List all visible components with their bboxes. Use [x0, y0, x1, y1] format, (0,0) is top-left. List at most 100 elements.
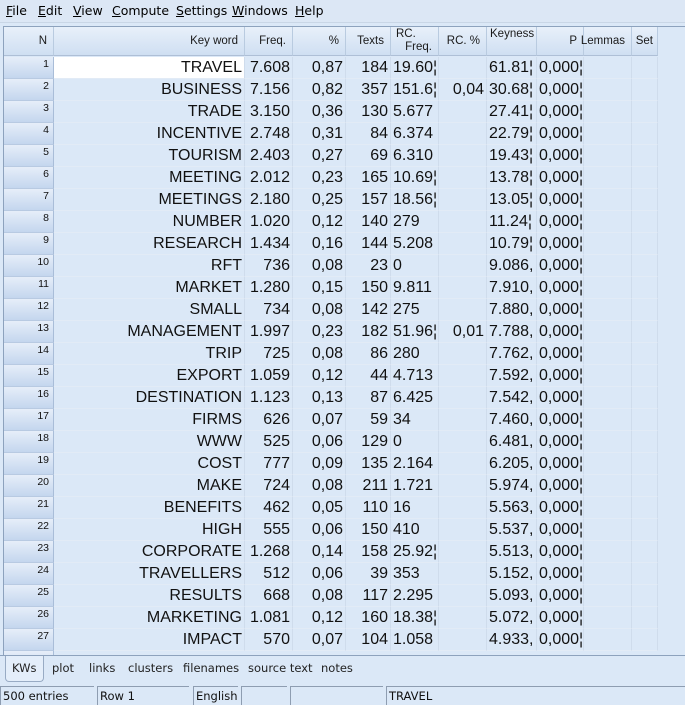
- texts-cell[interactable]: 39: [346, 563, 391, 585]
- menu-compute[interactable]: Compute: [112, 3, 169, 18]
- rc-percent-cell[interactable]: [439, 343, 487, 365]
- row-number[interactable]: 25: [4, 585, 54, 607]
- texts-cell[interactable]: 157: [346, 189, 391, 211]
- percent-cell[interactable]: 0,06: [293, 519, 346, 541]
- row-number[interactable]: 5: [4, 145, 54, 167]
- lemmas-cell[interactable]: [584, 475, 632, 497]
- percent-cell[interactable]: 0,23: [293, 167, 346, 189]
- menu-windows[interactable]: Windows: [232, 3, 288, 18]
- p-cell[interactable]: 0,000¦: [537, 453, 584, 475]
- freq-cell[interactable]: 1.280: [245, 277, 293, 299]
- menu-edit[interactable]: Edit: [38, 3, 62, 18]
- lemmas-cell[interactable]: [584, 343, 632, 365]
- freq-cell[interactable]: 736: [245, 255, 293, 277]
- freq-cell[interactable]: 725: [245, 343, 293, 365]
- percent-cell[interactable]: 0,82: [293, 79, 346, 101]
- keyword-cell[interactable]: MANAGEMENT: [54, 321, 245, 343]
- lemmas-cell[interactable]: [584, 497, 632, 519]
- keyword-cell[interactable]: RFT: [54, 255, 245, 277]
- keyword-cell[interactable]: MEETING: [54, 167, 245, 189]
- rc-freq-cell[interactable]: 25.92¦: [391, 541, 439, 563]
- percent-cell[interactable]: 0,13: [293, 387, 346, 409]
- p-cell[interactable]: 0,000¦: [537, 255, 584, 277]
- row-number[interactable]: 9: [4, 233, 54, 255]
- lemmas-cell[interactable]: [584, 79, 632, 101]
- p-cell[interactable]: 0,000¦: [537, 79, 584, 101]
- keyness-cell[interactable]: 10.79¦: [487, 233, 537, 255]
- keyness-cell[interactable]: 4.933,: [487, 629, 537, 651]
- set-cell[interactable]: [632, 387, 658, 409]
- p-cell[interactable]: 0,000¦: [537, 101, 584, 123]
- row-number[interactable]: 21: [4, 497, 54, 519]
- keyword-cell[interactable]: INCENTIVE: [54, 123, 245, 145]
- texts-cell[interactable]: 130: [346, 101, 391, 123]
- keyword-cell[interactable]: TOURISM: [54, 145, 245, 167]
- set-cell[interactable]: [632, 475, 658, 497]
- freq-cell[interactable]: 1.081: [245, 607, 293, 629]
- lemmas-cell[interactable]: [584, 387, 632, 409]
- row-number[interactable]: 26: [4, 607, 54, 629]
- keyword-cell[interactable]: MARKETING: [54, 607, 245, 629]
- keyword-cell[interactable]: MEETINGS: [54, 189, 245, 211]
- column-header-set[interactable]: Set: [632, 27, 658, 56]
- p-cell[interactable]: 0,000¦: [537, 431, 584, 453]
- lemmas-cell[interactable]: [584, 145, 632, 167]
- lemmas-cell[interactable]: [584, 541, 632, 563]
- rc-percent-cell[interactable]: [439, 255, 487, 277]
- percent-cell[interactable]: 0,09: [293, 453, 346, 475]
- row-number[interactable]: 3: [4, 101, 54, 123]
- percent-cell[interactable]: 0,12: [293, 211, 346, 233]
- set-cell[interactable]: [632, 563, 658, 585]
- p-cell[interactable]: 0,000¦: [537, 607, 584, 629]
- keyness-cell[interactable]: 7.460,: [487, 409, 537, 431]
- freq-cell[interactable]: 555: [245, 519, 293, 541]
- p-cell[interactable]: 0,000¦: [537, 299, 584, 321]
- keyword-cell[interactable]: RESULTS: [54, 585, 245, 607]
- percent-cell[interactable]: 0,36: [293, 101, 346, 123]
- keyness-cell[interactable]: 5.974,: [487, 475, 537, 497]
- texts-cell[interactable]: 44: [346, 365, 391, 387]
- lemmas-cell[interactable]: [584, 255, 632, 277]
- freq-cell[interactable]: 1.268: [245, 541, 293, 563]
- set-cell[interactable]: [632, 145, 658, 167]
- rc-freq-cell[interactable]: 10.69¦: [391, 167, 439, 189]
- keyword-cell[interactable]: BUSINESS: [54, 79, 245, 101]
- row-number[interactable]: 4: [4, 123, 54, 145]
- texts-cell[interactable]: 158: [346, 541, 391, 563]
- freq-cell[interactable]: 734: [245, 299, 293, 321]
- row-number[interactable]: 22: [4, 519, 54, 541]
- percent-cell[interactable]: 0,25: [293, 189, 346, 211]
- set-cell[interactable]: [632, 585, 658, 607]
- set-cell[interactable]: [632, 607, 658, 629]
- keyness-cell[interactable]: 19.43¦: [487, 145, 537, 167]
- percent-cell[interactable]: 0,27: [293, 145, 346, 167]
- texts-cell[interactable]: 142: [346, 299, 391, 321]
- lemmas-cell[interactable]: [584, 585, 632, 607]
- lemmas-cell[interactable]: [584, 519, 632, 541]
- set-cell[interactable]: [632, 321, 658, 343]
- rc-percent-cell[interactable]: [439, 189, 487, 211]
- p-cell[interactable]: 0,000¦: [537, 343, 584, 365]
- keyness-cell[interactable]: 61.81¦: [487, 57, 537, 79]
- rc-percent-cell[interactable]: [439, 123, 487, 145]
- texts-cell[interactable]: 110: [346, 497, 391, 519]
- keyword-cell[interactable]: TRADE: [54, 101, 245, 123]
- keyness-cell[interactable]: 5.093,: [487, 585, 537, 607]
- p-cell[interactable]: 0,000¦: [537, 189, 584, 211]
- rc-percent-cell[interactable]: [439, 409, 487, 431]
- keyword-cell[interactable]: DESTINATION: [54, 387, 245, 409]
- rc-percent-cell[interactable]: [439, 519, 487, 541]
- lemmas-cell[interactable]: [584, 211, 632, 233]
- p-cell[interactable]: 0,000¦: [537, 167, 584, 189]
- lemmas-cell[interactable]: [584, 233, 632, 255]
- menu-settings[interactable]: Settings: [176, 3, 227, 18]
- percent-cell[interactable]: 0,05: [293, 497, 346, 519]
- row-number[interactable]: 8: [4, 211, 54, 233]
- rc-percent-cell[interactable]: [439, 299, 487, 321]
- set-cell[interactable]: [632, 299, 658, 321]
- column-header-freq[interactable]: Freq.: [245, 27, 293, 56]
- percent-cell[interactable]: 0,08: [293, 585, 346, 607]
- keyness-cell[interactable]: 30.68¦: [487, 79, 537, 101]
- rc-percent-cell[interactable]: [439, 211, 487, 233]
- texts-cell[interactable]: 184: [346, 57, 391, 79]
